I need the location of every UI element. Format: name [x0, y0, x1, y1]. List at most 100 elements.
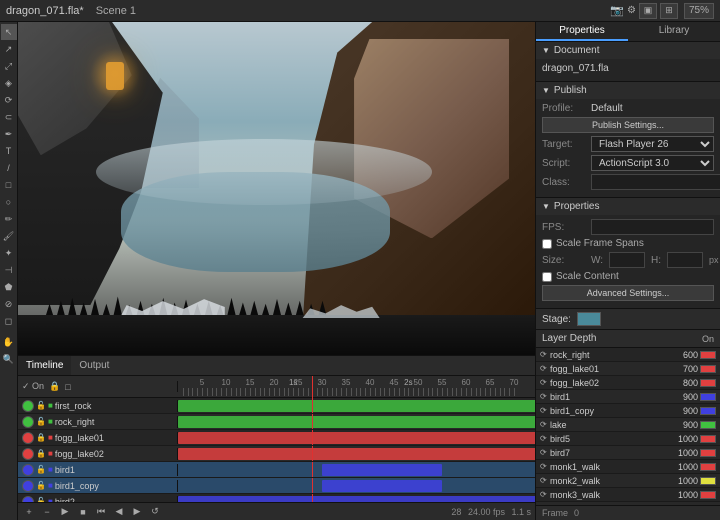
- height-input[interactable]: 675: [667, 252, 703, 268]
- ld-layer-color[interactable]: [700, 393, 716, 401]
- layer-outline-icon[interactable]: ■: [48, 433, 53, 442]
- scale-frame-check[interactable]: [542, 239, 552, 249]
- rewind-btn[interactable]: ⏮: [94, 505, 108, 519]
- publish-settings-btn[interactable]: Publish Settings...: [542, 117, 714, 133]
- ld-layer-color[interactable]: [700, 435, 716, 443]
- fps-input[interactable]: 24.00: [591, 219, 714, 235]
- layers-scroll[interactable]: 🔓■first_rock🔓■rock_right🔒■fogg_lake01🔒■f…: [18, 398, 535, 502]
- tab-timeline[interactable]: Timeline: [18, 356, 71, 375]
- layer-frames-area[interactable]: [178, 398, 535, 413]
- publish-header[interactable]: ▼ Publish: [536, 82, 720, 99]
- stop-btn[interactable]: ■: [76, 505, 90, 519]
- layer-row[interactable]: 🔒■fogg_lake01: [18, 430, 535, 446]
- lock-all-icon[interactable]: 🔒: [49, 381, 60, 392]
- width-input[interactable]: 1200: [609, 252, 645, 268]
- layer-lock-icon[interactable]: 🔓: [36, 465, 46, 475]
- zoom-control[interactable]: 75%: [684, 3, 714, 19]
- layer-frames-area[interactable]: [178, 446, 535, 461]
- tool-eyedropper[interactable]: ⊘: [1, 296, 17, 312]
- layer-visibility-toggle[interactable]: [22, 400, 34, 412]
- tab-properties[interactable]: Properties: [536, 22, 628, 41]
- layer-frames-area[interactable]: [178, 462, 535, 477]
- ld-row[interactable]: ⟳fogg_lake01700: [536, 362, 720, 376]
- layer-row[interactable]: 🔓■rock_right: [18, 414, 535, 430]
- tab-library[interactable]: Library: [628, 22, 720, 41]
- step-back-btn[interactable]: ◀: [112, 505, 126, 519]
- tool-subselect[interactable]: ↗: [1, 41, 17, 57]
- tool-brush[interactable]: 🖌: [1, 228, 17, 244]
- ld-layer-color[interactable]: [700, 351, 716, 359]
- ld-row[interactable]: ⟳fogg_lake02800: [536, 376, 720, 390]
- loop-btn[interactable]: ↺: [148, 505, 162, 519]
- ld-row[interactable]: ⟳bird1_copy900: [536, 404, 720, 418]
- ld-row[interactable]: ⟳monk3_walk1000: [536, 488, 720, 502]
- document-header[interactable]: ▼ Document: [536, 42, 720, 59]
- ld-row[interactable]: ⟳bird71000: [536, 446, 720, 460]
- layer-row[interactable]: 🔓■bird2: [18, 494, 535, 502]
- tool-rect[interactable]: □: [1, 177, 17, 193]
- layer-row[interactable]: 🔓■first_rock: [18, 398, 535, 414]
- target-dropdown[interactable]: Flash Player 26: [591, 136, 714, 152]
- icon-btn-1[interactable]: ▣: [639, 3, 657, 19]
- step-fwd-btn[interactable]: ▶: [130, 505, 144, 519]
- ld-layer-color[interactable]: [700, 407, 716, 415]
- ld-layer-color[interactable]: [700, 463, 716, 471]
- icon-btn-2[interactable]: ⊞: [660, 3, 678, 19]
- layer-row[interactable]: 🔓■bird1_copy: [18, 478, 535, 494]
- tool-line[interactable]: /: [1, 160, 17, 176]
- class-input[interactable]: [591, 174, 720, 190]
- layer-visibility-toggle[interactable]: [22, 416, 34, 428]
- add-layer-btn[interactable]: +: [22, 505, 36, 519]
- ld-layer-color[interactable]: [700, 491, 716, 499]
- layer-visibility-toggle[interactable]: [22, 448, 34, 460]
- layer-visibility-toggle[interactable]: [22, 432, 34, 444]
- tool-eraser[interactable]: ◻: [1, 313, 17, 329]
- layer-frames-area[interactable]: [178, 478, 535, 493]
- tool-bone[interactable]: ⊣: [1, 262, 17, 278]
- tool-paint-bucket[interactable]: ⬟: [1, 279, 17, 295]
- layer-frames-area[interactable]: [178, 494, 535, 502]
- ld-layer-color[interactable]: [700, 379, 716, 387]
- ld-row[interactable]: ⟳lake900: [536, 418, 720, 432]
- layer-row[interactable]: 🔒■fogg_lake02: [18, 446, 535, 462]
- layer-frames-area[interactable]: [178, 414, 535, 429]
- layer-outline-icon[interactable]: ■: [48, 465, 53, 474]
- advanced-settings-btn[interactable]: Advanced Settings...: [542, 285, 714, 301]
- tool-deco[interactable]: ✦: [1, 245, 17, 261]
- play-btn[interactable]: ▶: [58, 505, 72, 519]
- ld-layer-color[interactable]: [700, 449, 716, 457]
- canvas-area[interactable]: [18, 22, 535, 355]
- layer-outline-icon[interactable]: ■: [48, 481, 53, 490]
- tool-lasso[interactable]: ⊂: [1, 109, 17, 125]
- tab-output[interactable]: Output: [71, 356, 117, 375]
- ld-row[interactable]: ⟳monk1_walk1000: [536, 460, 720, 474]
- layer-lock-icon[interactable]: 🔒: [36, 449, 46, 459]
- tool-pencil[interactable]: ✏: [1, 211, 17, 227]
- layer-outline-icon[interactable]: ■: [48, 449, 53, 458]
- layer-lock-icon[interactable]: 🔓: [36, 417, 46, 427]
- tool-3d[interactable]: ⟳: [1, 92, 17, 108]
- layer-visibility-toggle[interactable]: [22, 464, 34, 476]
- layer-visibility-toggle[interactable]: [22, 480, 34, 492]
- tool-pen[interactable]: ✒: [1, 126, 17, 142]
- layer-outline-icon[interactable]: ■: [48, 401, 53, 410]
- layer-lock-icon[interactable]: 🔓: [36, 401, 46, 411]
- layer-outline-icon[interactable]: ■: [48, 417, 53, 426]
- layer-frames-area[interactable]: [178, 430, 535, 445]
- tool-hand[interactable]: ✋: [1, 334, 17, 350]
- outline-all-icon[interactable]: □: [65, 382, 70, 392]
- properties-header[interactable]: ▼ Properties: [536, 198, 720, 215]
- ld-row[interactable]: ⟳bird1900: [536, 390, 720, 404]
- ld-row[interactable]: ⟳bird51000: [536, 432, 720, 446]
- scale-content-check[interactable]: [542, 272, 552, 282]
- layer-lock-icon[interactable]: 🔒: [36, 433, 46, 443]
- tool-text[interactable]: T: [1, 143, 17, 159]
- ld-row[interactable]: ⟳rock_right600: [536, 348, 720, 362]
- ld-layer-color[interactable]: [700, 477, 716, 485]
- tool-oval[interactable]: ○: [1, 194, 17, 210]
- tool-zoom[interactable]: 🔍: [1, 351, 17, 367]
- ld-row[interactable]: ⟳monk2_walk1000: [536, 474, 720, 488]
- layer-lock-icon[interactable]: 🔓: [36, 481, 46, 491]
- tool-gradient[interactable]: ◈: [1, 75, 17, 91]
- tool-free-transform[interactable]: ⤢: [1, 58, 17, 74]
